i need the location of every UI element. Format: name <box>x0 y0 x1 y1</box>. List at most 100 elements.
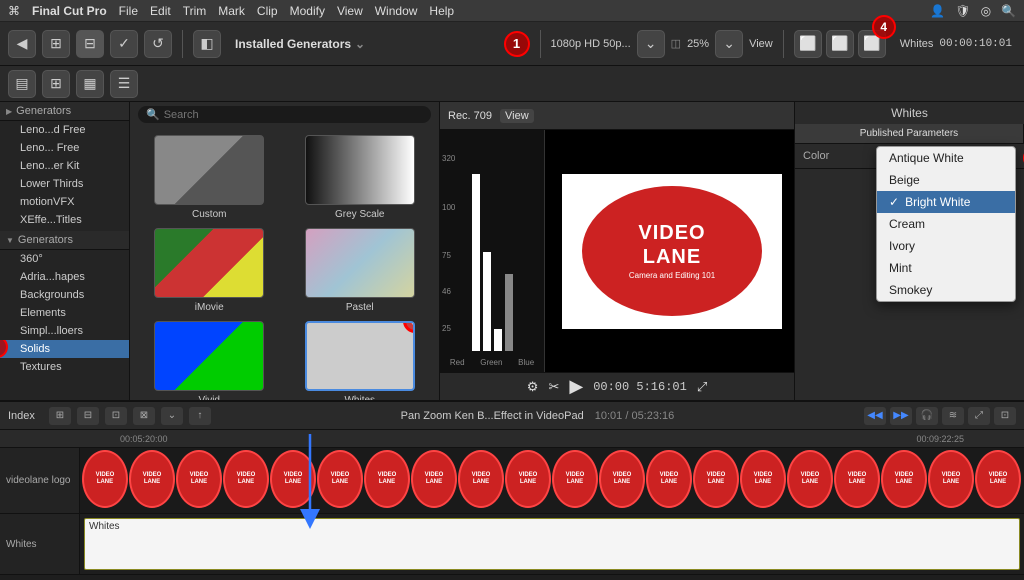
dropdown-ivory[interactable]: Ivory <box>877 235 1015 257</box>
sidebar-item-xeffe[interactable]: XEffe...Titles <box>0 211 129 229</box>
dropdown-smokey[interactable]: Smokey <box>877 279 1015 301</box>
secondary-toolbar: ▤ ⊞ ▦ ☰ <box>0 66 1024 102</box>
menu-bar: ⌘ Final Cut Pro File Edit Trim Mark Clip… <box>0 0 1024 22</box>
clip-label-8: VIDEOLANE <box>425 472 444 485</box>
section-2-triangle[interactable]: ▼ <box>6 236 14 245</box>
menu-modify[interactable]: Modify <box>290 4 325 18</box>
sidebar-item-backgrounds[interactable]: Backgrounds <box>0 286 129 304</box>
checkmark-button[interactable]: ✓ <box>110 30 138 58</box>
wifi-icon: ◎ <box>981 4 991 18</box>
timeline-btn-2[interactable]: ⊟ <box>77 407 99 425</box>
grid-label-imovie: iMovie <box>195 302 224 313</box>
view-button[interactable]: View <box>749 38 773 50</box>
sidebar-item-leno1[interactable]: Leno...d Free <box>0 121 129 139</box>
list-view-btn[interactable]: ☰ <box>110 70 138 98</box>
sidebar-item-simpl[interactable]: Simpl...lloers <box>0 322 129 340</box>
menu-trim[interactable]: Trim <box>183 4 207 18</box>
waveform-btn[interactable]: ≋ <box>942 407 964 425</box>
video-clip-20: VIDEOLANE <box>975 450 1021 508</box>
sidebar-item-elements[interactable]: Elements <box>0 304 129 322</box>
transport-settings[interactable]: ⚙ <box>527 379 539 395</box>
title-chevron[interactable]: ⌄ <box>355 37 365 51</box>
video-track-content[interactable]: VIDEOLANE VIDEOLANE VIDEOLANE VIDEOLANE … <box>80 448 1024 513</box>
color-dropdown[interactable]: Antique White Beige ✓ Bright White 5 Cre… <box>876 146 1016 302</box>
menu-file[interactable]: File <box>119 4 138 18</box>
audio-btn-1[interactable]: ◀◀ <box>864 407 886 425</box>
tab-published-params[interactable]: Published Parameters <box>795 124 1024 143</box>
menu-mark[interactable]: Mark <box>218 4 245 18</box>
grid-item-pastel[interactable]: Pastel <box>289 228 432 313</box>
sidebar-item-360[interactable]: 360° <box>0 250 129 268</box>
clip-appearance-button[interactable]: ◧ <box>193 30 221 58</box>
view-label[interactable]: View <box>500 109 534 123</box>
dropdown-cream[interactable]: Cream <box>877 213 1015 235</box>
audio-btn-2[interactable]: ▶▶ <box>890 407 912 425</box>
search-menubar-icon[interactable]: 🔍 <box>1001 4 1016 18</box>
timeline-btn-extra[interactable]: ⊡ <box>994 407 1016 425</box>
sidebar-item-leno2[interactable]: Leno... Free <box>0 139 129 157</box>
expand-timeline-btn[interactable]: ⤢ <box>968 407 990 425</box>
refresh-button[interactable]: ↺ <box>144 30 172 58</box>
y-label-75: 75 <box>442 251 451 260</box>
dropdown-mint[interactable]: Mint <box>877 257 1015 279</box>
timeline-btn-dropdown[interactable]: ⌄ <box>161 407 183 425</box>
section-1-triangle[interactable]: ▶ <box>6 107 12 116</box>
sidebar-item-adria[interactable]: Adria...hapes <box>0 268 129 286</box>
search-input[interactable] <box>164 109 423 121</box>
sidebar-item-motionvfx[interactable]: motionVFX <box>0 193 129 211</box>
headphones-btn[interactable]: 🎧 <box>916 407 938 425</box>
sidebar-item-leno3[interactable]: Leno...er Kit <box>0 157 129 175</box>
transport-play[interactable]: ▶ <box>569 376 583 397</box>
dropdown-beige[interactable]: Beige <box>877 169 1015 191</box>
sidebar-item-solids[interactable]: 2 Solids <box>0 340 129 358</box>
inspector-title-text: Whites <box>891 106 928 120</box>
library-button[interactable]: ⊞ <box>42 30 70 58</box>
grid-item-whites[interactable]: 3 Whites <box>289 321 432 400</box>
menu-clip[interactable]: Clip <box>257 4 278 18</box>
grid-item-vivid[interactable]: Vivid <box>138 321 281 400</box>
grid-view-btn[interactable]: ⊞ <box>42 70 70 98</box>
sidebar-item-lower-thirds[interactable]: Lower Thirds <box>0 175 129 193</box>
menu-view[interactable]: View <box>337 4 363 18</box>
video-clip-9: VIDEOLANE <box>458 450 504 508</box>
y-label-25: 25 <box>442 324 451 333</box>
dropdown-bright-white[interactable]: ✓ Bright White 5 <box>877 191 1015 213</box>
filmstrip-btn[interactable]: ▦ <box>76 70 104 98</box>
grid-item-custom[interactable]: Custom <box>138 135 281 220</box>
grid-label-vivid: Vivid <box>199 395 221 400</box>
whites-track-content[interactable]: Whites <box>80 514 1024 574</box>
timeline-btn-3[interactable]: ⊡ <box>105 407 127 425</box>
search-container: 🔍 <box>138 106 431 123</box>
sidebar-item-textures[interactable]: Textures <box>0 358 129 376</box>
back-button[interactable]: ◀ <box>8 30 36 58</box>
color-param-label: Color <box>803 150 829 162</box>
browser-button[interactable]: ⊟ <box>76 30 104 58</box>
video-clip-8: VIDEOLANE <box>411 450 457 508</box>
grid-item-greyscale[interactable]: Grey Scale <box>289 135 432 220</box>
sidebar-section-2: ▼ Generators <box>0 231 129 250</box>
menu-window[interactable]: Window <box>375 4 418 18</box>
transport-trim[interactable]: ✂ <box>548 379 559 395</box>
clip-label-18: VIDEOLANE <box>895 472 914 485</box>
zoom-dropdown[interactable]: ⌄ <box>715 30 743 58</box>
clip-label-20: VIDEOLANE <box>989 472 1008 485</box>
grid-label-custom: Custom <box>192 209 226 220</box>
dropdown-antique-white[interactable]: Antique White <box>877 147 1015 169</box>
resolution-dropdown[interactable]: ⌄ <box>637 30 665 58</box>
sidebar-toggle[interactable]: ▤ <box>8 70 36 98</box>
timeline-btn-4[interactable]: ⊠ <box>133 407 155 425</box>
expand-icon[interactable]: ⤢ <box>697 379 707 395</box>
app-name[interactable]: Final Cut Pro <box>32 4 107 18</box>
clip-label-13: VIDEOLANE <box>660 472 679 485</box>
view-mode-1[interactable]: ⬜ <box>794 30 822 58</box>
track-name: videolane logo <box>6 475 71 486</box>
grid-item-imovie[interactable]: iMovie <box>138 228 281 313</box>
timeline-btn-1[interactable]: ⊞ <box>49 407 71 425</box>
menu-edit[interactable]: Edit <box>150 4 171 18</box>
view-mode-2[interactable]: ⬜ <box>826 30 854 58</box>
user-icon[interactable]: 👤 <box>930 4 945 18</box>
thumb-pastel <box>305 228 415 298</box>
timeline-btn-arrow[interactable]: ↑ <box>189 407 211 425</box>
apple-menu[interactable]: ⌘ <box>8 4 20 18</box>
menu-help[interactable]: Help <box>429 4 454 18</box>
